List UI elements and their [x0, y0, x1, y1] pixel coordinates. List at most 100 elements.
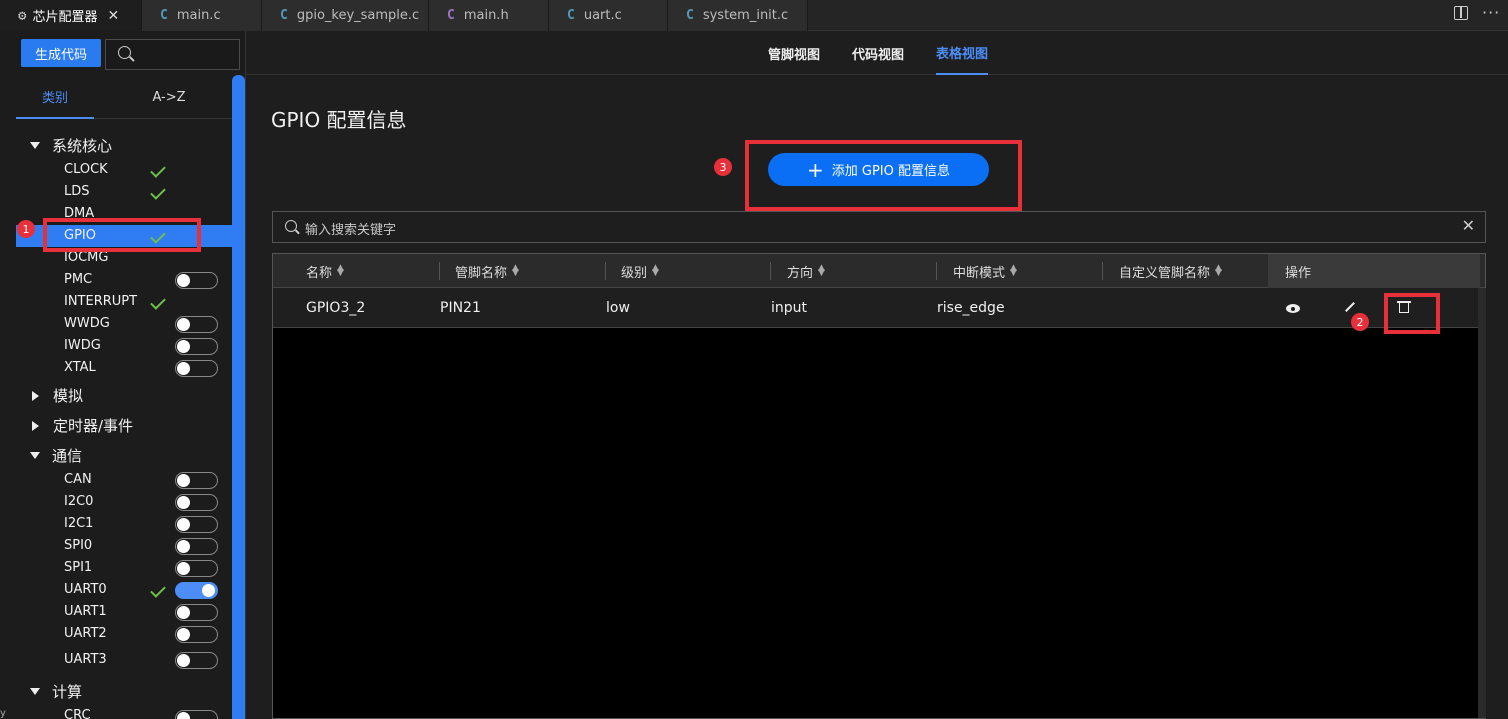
sidebar-item-i2c0[interactable]: I2C0 [64, 494, 93, 509]
column-divider [605, 262, 606, 280]
tab-a-z[interactable]: A->Z [126, 75, 212, 119]
group-timer-event[interactable]: 定时器/事件 [30, 415, 133, 436]
sidebar-item-clock[interactable]: CLOCK [64, 162, 108, 177]
sort-icon: ▲ ▼ [1010, 263, 1017, 278]
sidebar-item-uart1[interactable]: UART1 [64, 604, 107, 619]
cell-direction: input [771, 300, 808, 316]
col-direction[interactable]: 方向 ▲ ▼ [787, 254, 825, 288]
chip-configurator-window: ⚙ 芯片配置器 ✕ C main.c C gpio_key_sample.c C… [0, 0, 1508, 719]
sidebar-item-interrupt[interactable]: INTERRUPT [64, 294, 137, 309]
edge-text: y [0, 708, 6, 719]
group-analog[interactable]: 模拟 [30, 385, 83, 406]
crc-toggle[interactable] [175, 710, 218, 719]
col-label: 中断模式 [953, 265, 1006, 281]
sidebar-item-lds[interactable]: LDS [64, 184, 90, 199]
col-level[interactable]: 级别 ▲ ▼ [621, 254, 659, 288]
group-system-core[interactable]: 系统核心 [30, 135, 112, 156]
sidebar-item-iocmg[interactable]: IOCMG [64, 250, 108, 265]
more-icon[interactable]: ··· [1482, 3, 1500, 22]
table-scrollbar[interactable] [1478, 288, 1486, 718]
col-name[interactable]: 名称 ▲ ▼ [306, 254, 344, 288]
clear-icon[interactable]: ✕ [1462, 216, 1475, 235]
highlight-box-delete [1384, 293, 1440, 334]
sidebar-item-uart0[interactable]: UART0 [64, 582, 107, 597]
sidebar-search-input[interactable] [105, 39, 240, 70]
wwdg-toggle[interactable] [175, 316, 218, 333]
can-toggle[interactable] [175, 472, 218, 489]
tab-system-init-c[interactable]: C system_init.c [668, 0, 808, 31]
column-divider [1102, 262, 1103, 280]
sidebar-tabs: 类别 A->Z [16, 75, 232, 119]
sidebar-item-pmc[interactable]: PMC [64, 272, 92, 287]
sidebar-item-can[interactable]: CAN [64, 472, 92, 487]
view-icon[interactable] [1286, 304, 1300, 313]
sidebar-item-iwdg[interactable]: IWDG [64, 338, 101, 353]
group-label: 模拟 [53, 387, 84, 405]
col-label: 方向 [787, 265, 814, 281]
c-file-icon: C [686, 8, 694, 23]
spi0-toggle[interactable] [175, 538, 218, 555]
uart0-toggle[interactable] [175, 582, 218, 599]
sort-icon: ▲ ▼ [1215, 263, 1222, 278]
i2c0-toggle[interactable] [175, 494, 218, 511]
i2c1-toggle[interactable] [175, 516, 218, 533]
edit-icon[interactable] [1343, 300, 1355, 314]
col-interrupt-mode[interactable]: 中断模式 ▲ ▼ [953, 254, 1017, 288]
sidebar-item-xtal[interactable]: XTAL [64, 360, 96, 375]
sidebar-item-spi0[interactable]: SPI0 [64, 538, 92, 553]
pmc-toggle[interactable] [175, 272, 218, 289]
c-file-icon: C [447, 8, 455, 23]
close-icon[interactable]: ✕ [107, 8, 119, 24]
page-title: GPIO 配置信息 [271, 108, 407, 132]
group-compute[interactable]: 计算 [30, 681, 82, 702]
check-icon [150, 582, 166, 598]
caret-right-icon [32, 420, 39, 431]
split-editor-icon[interactable] [1454, 6, 1468, 20]
col-label: 管脚名称 [455, 265, 508, 281]
c-file-icon: C [280, 8, 288, 23]
spi1-toggle[interactable] [175, 560, 218, 577]
iwdg-toggle[interactable] [175, 338, 218, 355]
tab-pin-view[interactable]: 管脚视图 [768, 31, 820, 75]
group-communication[interactable]: 通信 [30, 445, 82, 466]
check-icon [150, 184, 166, 200]
group-label: 计算 [52, 683, 83, 701]
table-search-input[interactable]: 输入搜索关键字 ✕ [272, 211, 1486, 243]
sort-icon: ▲ ▼ [652, 263, 659, 278]
sidebar-item-crc[interactable]: CRC [64, 708, 91, 719]
col-custom-pin-name[interactable]: 自定义管脚名称 ▲ ▼ [1119, 254, 1222, 288]
tab-gpio-key-sample-c[interactable]: C gpio_key_sample.c [262, 0, 429, 31]
sidebar-item-uart3[interactable]: UART3 [64, 652, 107, 667]
sidebar-item-spi1[interactable]: SPI1 [64, 560, 92, 575]
tab-table-view[interactable]: 表格视图 [936, 31, 989, 75]
tab-category[interactable]: 类别 [16, 75, 94, 119]
table-row[interactable]: GPIO3_2 PIN21 low input rise_edge [273, 288, 1479, 328]
tab-main-c[interactable]: C main.c [142, 0, 262, 31]
caret-down-icon [30, 688, 40, 695]
tab-chip-configurator[interactable]: ⚙ 芯片配置器 ✕ [0, 0, 142, 31]
sidebar-item-wwdg[interactable]: WWDG [64, 316, 110, 331]
caret-right-icon [32, 390, 39, 401]
sort-icon: ▲ ▼ [818, 263, 825, 278]
sort-icon: ▲ ▼ [512, 263, 519, 278]
tab-label: gpio_key_sample.c [296, 8, 420, 23]
gpio-config-table: 名称 ▲ ▼ 管脚名称 ▲ ▼ 级别 ▲ ▼ 方向 ▲ ▼ 中断模式 ▲ ▼ 自定义管脚名称 ▲ ▼ 操… [272, 253, 1486, 719]
c-file-icon: C [160, 8, 168, 23]
step-badge-1: 1 [17, 220, 35, 238]
uart2-toggle[interactable] [175, 626, 218, 643]
sidebar-item-uart2[interactable]: UART2 [64, 626, 107, 641]
step-badge-3: 3 [714, 158, 732, 176]
tab-label: system_init.c [702, 8, 789, 23]
uart3-toggle[interactable] [175, 652, 218, 669]
tab-main-h[interactable]: C main.h [429, 0, 549, 31]
xtal-toggle[interactable] [175, 360, 218, 377]
uart1-toggle[interactable] [175, 604, 218, 621]
col-pin-name[interactable]: 管脚名称 ▲ ▼ [455, 254, 519, 288]
generate-code-button[interactable]: 生成代码 [21, 39, 101, 67]
sidebar-scrollbar[interactable] [232, 75, 245, 719]
cell-pin: PIN21 [440, 300, 481, 316]
sidebar-item-i2c1[interactable]: I2C1 [64, 516, 93, 531]
tab-code-view[interactable]: 代码视图 [852, 31, 904, 75]
sidebar: 生成代码 类别 A->Z 系统核心 CLOCK LDS DMA GPIO IOC… [0, 31, 246, 719]
tab-uart-c[interactable]: C uart.c [549, 0, 668, 31]
